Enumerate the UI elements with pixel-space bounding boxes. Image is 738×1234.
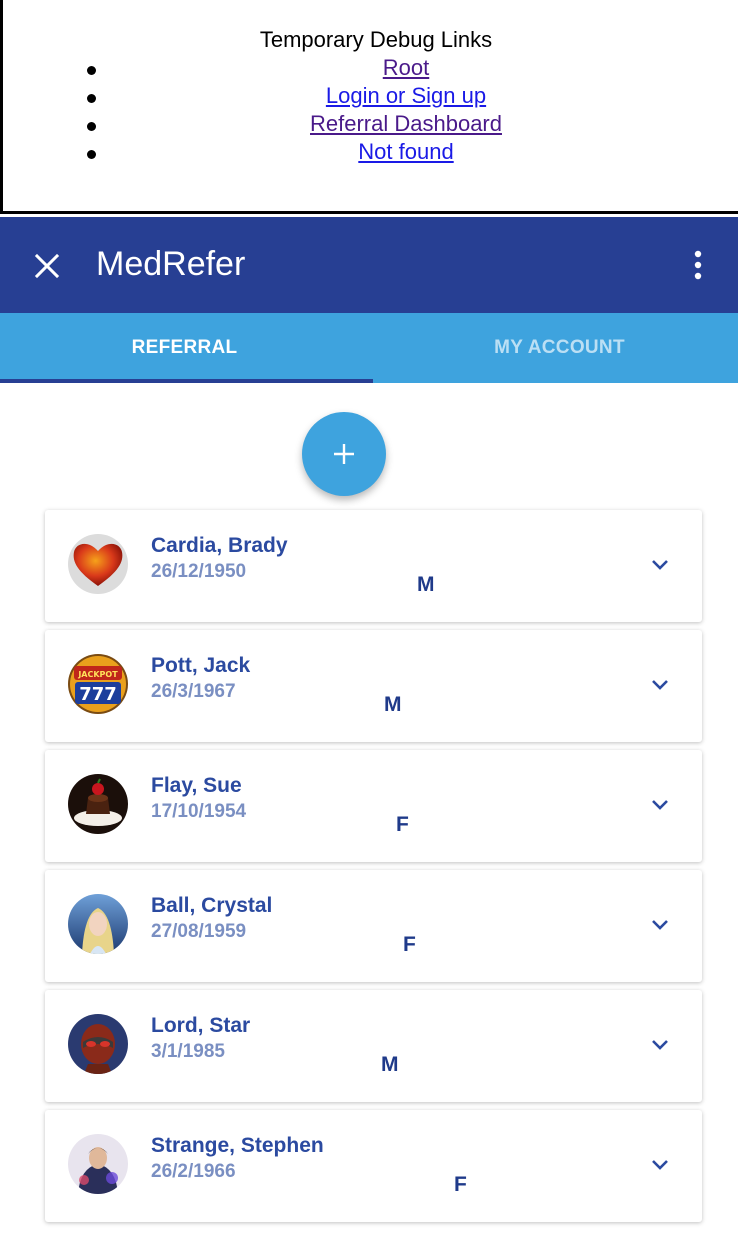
patient-gender: F xyxy=(454,1173,467,1196)
patient-dob: 26/12/1950 xyxy=(151,561,247,582)
avatar xyxy=(68,1134,128,1194)
patient-name: Cardia, Brady xyxy=(151,534,288,557)
avatar: JACKPOT 777 xyxy=(68,654,128,714)
debug-list-item: Not found xyxy=(3,138,738,166)
tab-referral[interactable]: REFERRAL xyxy=(0,313,369,383)
patient-name: Pott, Jack xyxy=(151,654,251,677)
patient-dob: 3/1/1985 xyxy=(151,1041,225,1062)
patient-card[interactable]: Cardia, Brady 26/12/1950 M xyxy=(45,510,702,622)
bullet xyxy=(87,150,96,159)
debug-title: Temporary Debug Links xyxy=(259,27,493,52)
plus-icon xyxy=(334,444,354,464)
more-vert-icon[interactable] xyxy=(694,250,702,280)
chevron-down-icon[interactable] xyxy=(650,918,670,932)
patient-name: Strange, Stephen xyxy=(151,1134,324,1157)
patient-gender: F xyxy=(396,813,409,836)
add-referral-button[interactable] xyxy=(302,412,386,496)
debug-link-not-found[interactable]: Not found xyxy=(358,139,453,164)
bullet xyxy=(87,94,96,103)
patient-gender: M xyxy=(417,573,435,596)
patient-gender: F xyxy=(403,933,416,956)
patient-card[interactable]: Strange, Stephen 26/2/1966 F xyxy=(45,1110,702,1222)
bullet xyxy=(87,66,96,75)
patient-card[interactable]: Ball, Crystal 27/08/1959 F xyxy=(45,870,702,982)
avatar xyxy=(68,1014,128,1074)
debug-link-login[interactable]: Login or Sign up xyxy=(326,83,486,108)
app-title: MedRefer xyxy=(96,245,246,283)
patient-card[interactable]: JACKPOT 777 Pott, Jack 26/3/1967 M xyxy=(45,630,702,742)
chevron-down-icon[interactable] xyxy=(650,798,670,812)
bullet xyxy=(87,122,96,131)
debug-links-panel: Temporary Debug Links Root Login or Sign… xyxy=(0,0,738,214)
chevron-down-icon[interactable] xyxy=(650,1038,670,1052)
patient-name: Ball, Crystal xyxy=(151,894,273,917)
patient-name: Lord, Star xyxy=(151,1014,251,1037)
patient-card[interactable]: Flay, Sue 17/10/1954 F xyxy=(45,750,702,862)
close-icon[interactable] xyxy=(34,253,60,279)
patient-dob: 27/08/1959 xyxy=(151,921,247,942)
debug-list-item: Referral Dashboard xyxy=(3,110,738,138)
patient-dob: 26/2/1966 xyxy=(151,1161,236,1182)
avatar xyxy=(68,534,128,594)
patient-dob: 26/3/1967 xyxy=(151,681,236,702)
chevron-down-icon[interactable] xyxy=(650,558,670,572)
patient-name: Flay, Sue xyxy=(151,774,242,797)
debug-link-root[interactable]: Root xyxy=(383,55,429,80)
active-tab-indicator xyxy=(0,379,373,383)
debug-list-item: Root xyxy=(3,54,738,82)
svg-text:JACKPOT: JACKPOT xyxy=(77,670,118,679)
avatar xyxy=(68,774,128,834)
avatar xyxy=(68,894,128,954)
svg-text:777: 777 xyxy=(79,684,117,705)
debug-list-item: Login or Sign up xyxy=(3,82,738,110)
tab-my-account[interactable]: MY ACCOUNT xyxy=(375,313,738,383)
chevron-down-icon[interactable] xyxy=(650,1158,670,1172)
patient-dob: 17/10/1954 xyxy=(151,801,247,822)
patient-card[interactable]: Lord, Star 3/1/1985 M xyxy=(45,990,702,1102)
patient-gender: M xyxy=(381,1053,399,1076)
chevron-down-icon[interactable] xyxy=(650,678,670,692)
patient-gender: M xyxy=(384,693,402,716)
debug-link-referral-dashboard[interactable]: Referral Dashboard xyxy=(310,111,502,136)
